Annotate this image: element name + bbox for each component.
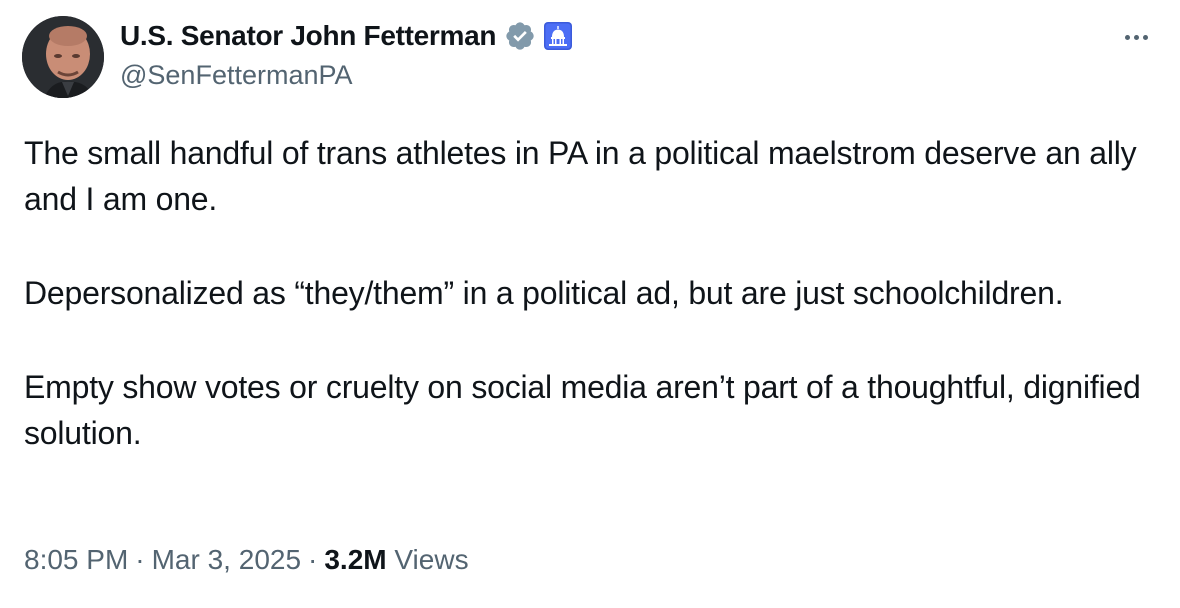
more-dot-icon — [1133, 34, 1139, 40]
views-label: Views — [394, 544, 469, 575]
more-dot-icon — [1142, 34, 1148, 40]
views-count[interactable]: 3.2M — [324, 544, 386, 575]
tweet-card: U.S. Senator John Fetterman @SenFetterma… — [0, 0, 1180, 608]
tweet-time[interactable]: 8:05 PM — [24, 544, 128, 575]
author-handle[interactable]: @SenFettermanPA — [120, 60, 353, 91]
meta-separator: · — [308, 544, 318, 575]
author-avatar[interactable] — [22, 16, 104, 98]
author-name-row: U.S. Senator John Fetterman — [120, 18, 573, 54]
tweet-paragraph: Depersonalized as “they/them” in a polit… — [24, 275, 1064, 311]
verified-badge-icon[interactable] — [504, 20, 536, 52]
avatar-image — [22, 16, 104, 98]
tweet-date[interactable]: Mar 3, 2025 — [152, 544, 301, 575]
more-dot-icon — [1124, 34, 1130, 40]
capitol-dome-icon[interactable] — [544, 22, 573, 50]
tweet-metadata: 8:05 PM · Mar 3, 2025 · 3.2M Views — [24, 544, 469, 576]
author-display-name[interactable]: U.S. Senator John Fetterman — [120, 20, 497, 52]
more-options-button[interactable] — [1116, 22, 1156, 52]
tweet-text: The small handful of trans athletes in P… — [24, 130, 1164, 456]
tweet-paragraph: Empty show votes or cruelty on social me… — [24, 369, 1141, 451]
meta-separator: · — [135, 544, 145, 575]
tweet-paragraph: The small handful of trans athletes in P… — [24, 135, 1137, 217]
